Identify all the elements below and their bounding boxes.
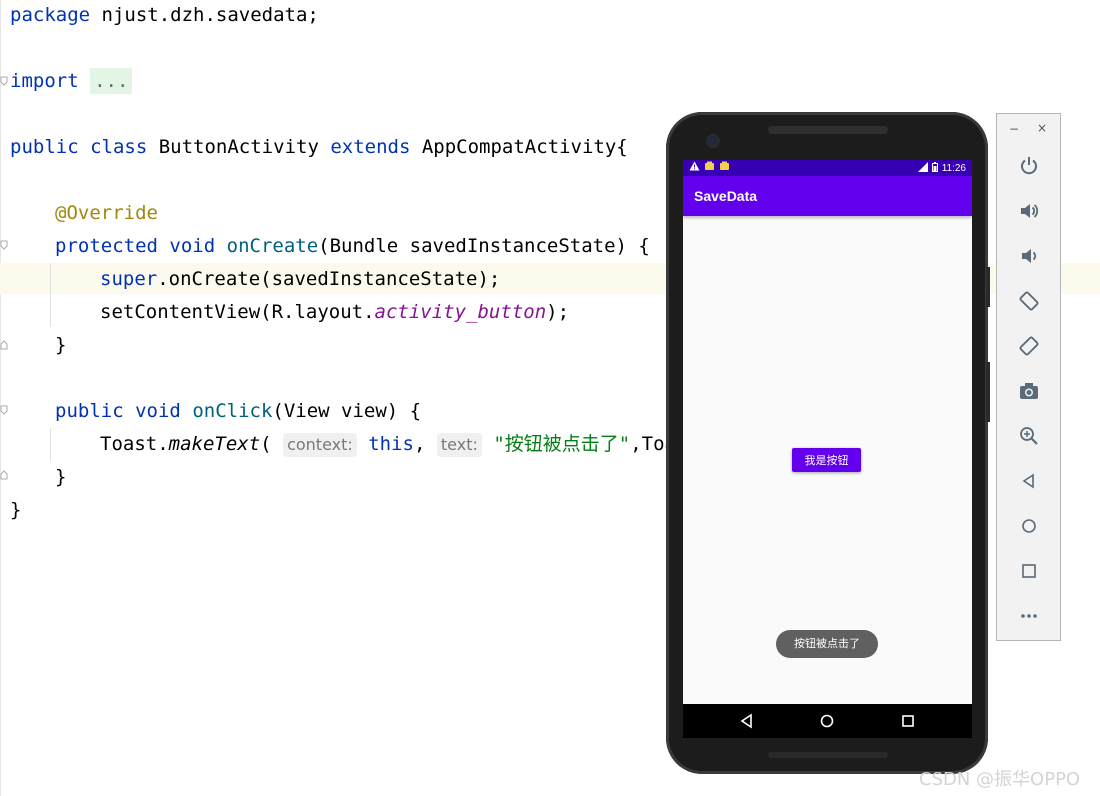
volume-down-icon[interactable] <box>1017 244 1041 268</box>
home-icon[interactable] <box>1017 514 1041 538</box>
keyword: this <box>368 433 414 455</box>
warning-icon <box>689 161 700 174</box>
method-name: makeText <box>168 433 261 455</box>
layout-reference: activity_button <box>374 301 547 323</box>
status-bar: 11:26 <box>683 160 972 176</box>
code-line-super: super.onCreate(savedInstanceState); <box>100 266 500 292</box>
emulator-toolbar: − × <box>996 113 1061 641</box>
fold-marker-icon[interactable] <box>0 76 8 86</box>
toast-class: Toast. <box>100 433 169 455</box>
string-literal: "按钮被点击了" <box>493 433 631 455</box>
keyword: public <box>10 136 79 158</box>
method-args: (Bundle savedInstanceState) { <box>318 235 650 257</box>
status-time: 11:26 <box>941 163 966 174</box>
punctuation: ( <box>260 433 272 455</box>
code-line-class: public class ButtonActivity extends AppC… <box>10 134 628 160</box>
home-icon[interactable] <box>818 712 836 730</box>
annotation: @Override <box>55 202 158 224</box>
import-fold-placeholder[interactable]: ... <box>90 68 133 94</box>
power-icon[interactable] <box>1017 154 1041 178</box>
watermark: CSDN @振华OPPO <box>919 769 1081 790</box>
super-call: .onCreate(savedInstanceState); <box>157 268 501 290</box>
notification-icon <box>719 161 730 174</box>
setcontent-call: setContentView(R.layout. <box>100 301 375 323</box>
keyword: extends <box>330 136 411 158</box>
camera-icon[interactable] <box>1017 379 1041 403</box>
code-line-close: } <box>55 464 66 490</box>
brace: } <box>55 334 67 356</box>
keyword: void <box>135 400 181 422</box>
rotate-left-icon[interactable] <box>1017 289 1041 313</box>
speaker-grille <box>768 126 888 134</box>
code-line-close: } <box>55 332 66 358</box>
punctuation: , <box>413 433 426 455</box>
code-line-setcontentview: setContentView(R.layout.activity_button)… <box>100 299 569 325</box>
indent-guide <box>50 428 51 461</box>
keyword: super <box>100 268 158 290</box>
keyword: package <box>10 4 91 26</box>
overview-icon[interactable] <box>1017 559 1041 583</box>
keyword: public <box>55 400 124 422</box>
power-side-button <box>986 362 990 422</box>
volume-side-button <box>986 267 990 307</box>
code-line-close-class: } <box>10 497 21 523</box>
class-name: ButtonActivity <box>147 136 331 158</box>
keyword: void <box>169 235 216 257</box>
toast-message: 按钮被点击了 <box>776 630 878 658</box>
indent-guide <box>50 263 51 327</box>
gutter-divider <box>0 0 1 796</box>
fold-marker-icon[interactable] <box>0 470 8 480</box>
back-icon[interactable] <box>738 712 756 730</box>
app-bar: SaveData <box>683 176 972 216</box>
code-line-package: package njust.dzh.savedata; <box>10 2 319 28</box>
device-screen[interactable]: 11:26 SaveData 我是按钮 按钮被点击了 <box>683 160 972 738</box>
code-line-override: @Override <box>55 200 158 226</box>
keyword: import <box>10 70 79 92</box>
fold-marker-icon[interactable] <box>0 240 8 250</box>
close-button[interactable]: × <box>1037 121 1047 135</box>
battery-icon <box>931 162 938 175</box>
punctuation: ); <box>546 301 570 323</box>
fold-marker-icon[interactable] <box>0 340 8 350</box>
overview-icon[interactable] <box>899 712 917 730</box>
method-args: (View view) { <box>272 400 422 422</box>
package-name: njust.dzh.savedata; <box>90 4 319 26</box>
zoom-icon[interactable] <box>1017 424 1041 448</box>
brace: } <box>10 499 22 521</box>
code-line-oncreate: protected void onCreate(Bundle savedInst… <box>55 233 650 259</box>
volume-up-icon[interactable] <box>1017 199 1041 223</box>
code-line-import: import ... <box>10 68 133 94</box>
code-line-toast: Toast.makeText( context: this, text: "按钮… <box>100 431 722 457</box>
notification-icon <box>704 161 715 174</box>
keyword: protected <box>55 235 158 257</box>
app-main-button[interactable]: 我是按钮 <box>792 448 861 472</box>
method-name: onCreate <box>226 235 319 257</box>
rotate-right-icon[interactable] <box>1017 334 1041 358</box>
bottom-grille <box>768 752 888 758</box>
front-camera <box>708 136 718 146</box>
emulator-device: 11:26 SaveData 我是按钮 按钮被点击了 <box>666 112 990 774</box>
more-icon[interactable] <box>1017 604 1041 628</box>
fold-marker-icon[interactable] <box>0 405 8 415</box>
parameter-hint: context: <box>283 433 357 457</box>
method-name: onClick <box>192 400 273 422</box>
brace: } <box>55 466 67 488</box>
navigation-bar <box>683 704 972 738</box>
back-icon[interactable] <box>1017 469 1041 493</box>
parameter-hint: text: <box>436 433 482 457</box>
app-title: SaveData <box>694 188 758 204</box>
parent-class: AppCompatActivity{ <box>410 136 628 158</box>
minimize-button[interactable]: − <box>1009 122 1019 136</box>
signal-icon <box>917 162 928 175</box>
keyword: class <box>90 136 148 158</box>
code-line-onclick: public void onClick(View view) { <box>55 398 421 424</box>
